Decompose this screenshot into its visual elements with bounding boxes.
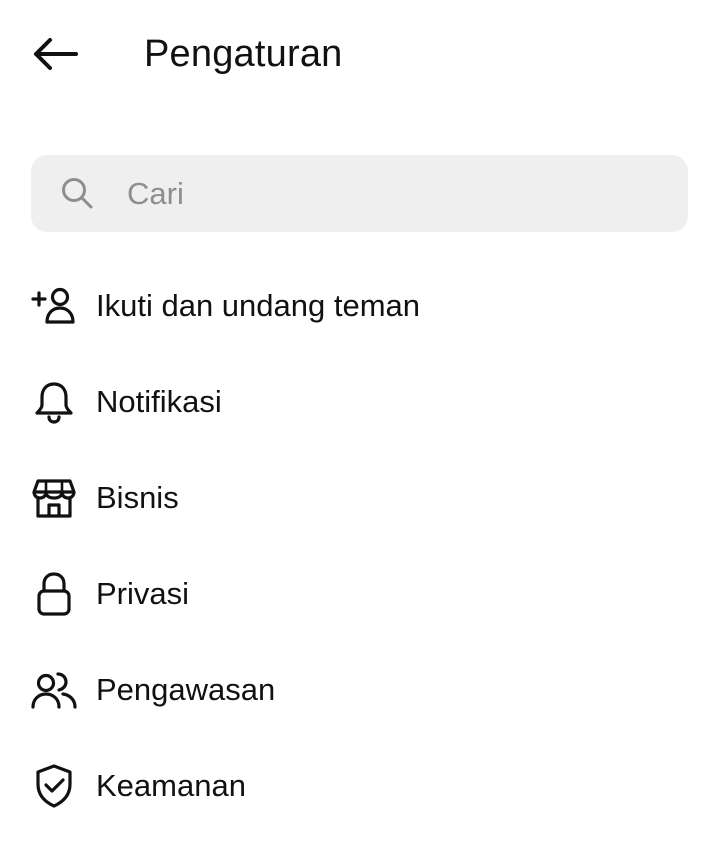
menu-item-follow-invite[interactable]: Ikuti dan undang teman bbox=[0, 258, 718, 354]
lock-icon bbox=[30, 572, 78, 616]
add-person-icon bbox=[30, 284, 78, 328]
menu-item-privacy[interactable]: Privasi bbox=[0, 546, 718, 642]
people-icon bbox=[30, 668, 78, 712]
menu-item-security[interactable]: Keamanan bbox=[0, 738, 718, 834]
bell-icon bbox=[30, 380, 78, 424]
menu-item-label: Keamanan bbox=[96, 768, 246, 803]
menu-item-label: Ikuti dan undang teman bbox=[96, 288, 421, 323]
menu-item-label: Privasi bbox=[96, 576, 190, 611]
menu-item-notifications[interactable]: Notifikasi bbox=[0, 354, 718, 450]
search-input[interactable] bbox=[127, 155, 667, 232]
menu-item-label: Pengawasan bbox=[96, 672, 276, 707]
menu-item-business[interactable]: Bisnis bbox=[0, 450, 718, 546]
page-title: Pengaturan bbox=[144, 33, 343, 75]
shield-check-icon bbox=[30, 764, 78, 808]
arrow-left-icon bbox=[34, 38, 78, 70]
search-bar[interactable] bbox=[31, 155, 688, 232]
menu-item-label: Notifikasi bbox=[96, 384, 222, 419]
menu-item-supervision[interactable]: Pengawasan bbox=[0, 642, 718, 738]
menu-item-label: Bisnis bbox=[96, 480, 179, 515]
back-button[interactable] bbox=[26, 28, 82, 80]
shop-icon bbox=[30, 476, 78, 520]
search-icon bbox=[62, 178, 93, 209]
header: Pengaturan bbox=[0, 0, 718, 106]
